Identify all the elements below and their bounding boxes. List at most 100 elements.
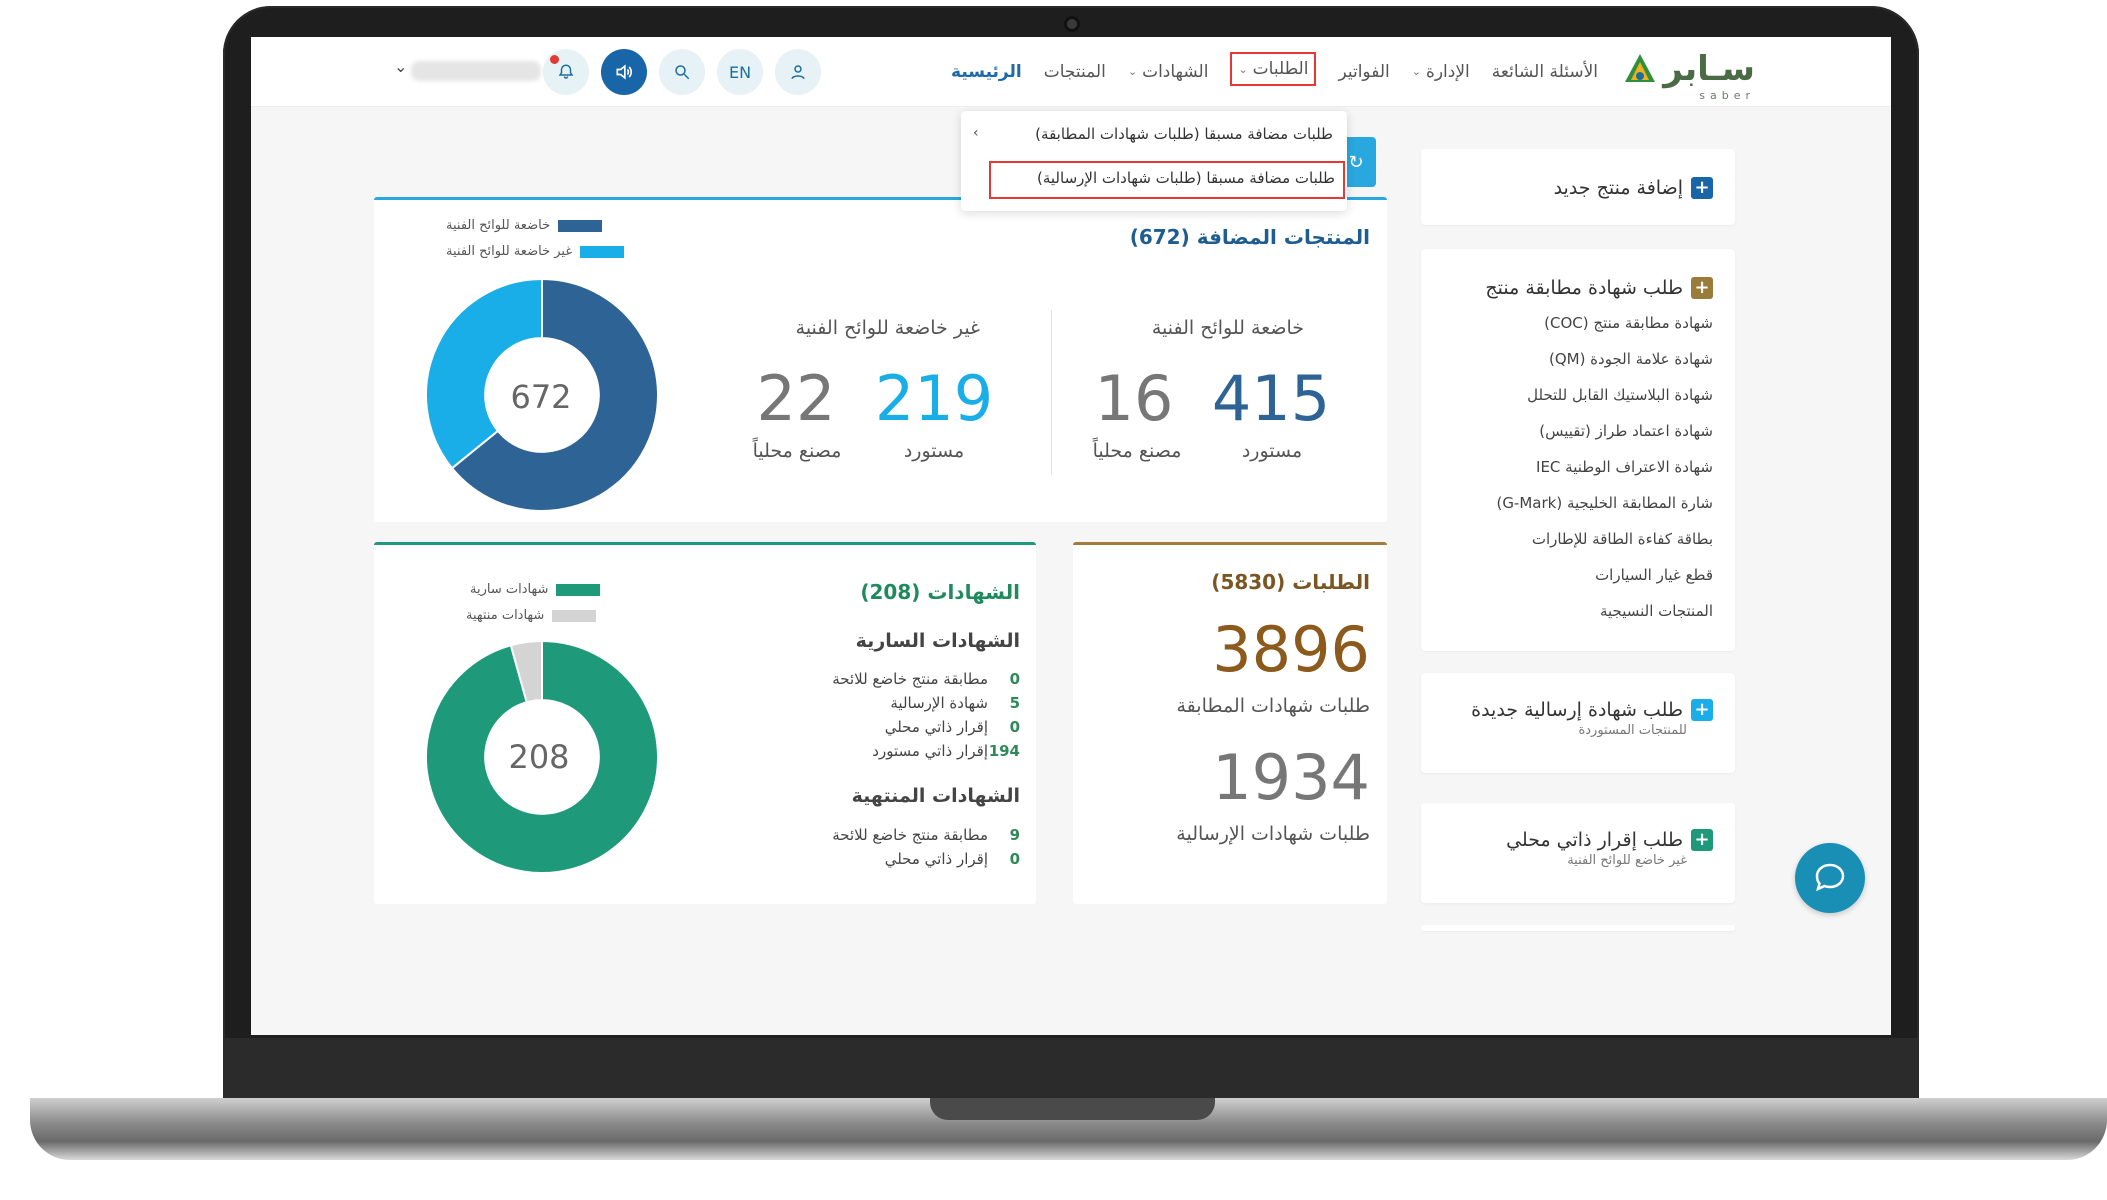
nav-faq[interactable]: الأسئلة الشائعة bbox=[1492, 57, 1598, 86]
coc-type-item[interactable]: شارة المطابقة الخليجية (G-Mark) bbox=[1496, 485, 1713, 521]
requests-dropdown-menu: طلبات مضافة مسبقا (طلبات شهادات المطابقة… bbox=[961, 111, 1347, 211]
coc-type-item[interactable]: بطاقة كفاءة الطاقة للإطارات bbox=[1496, 521, 1713, 557]
cert-count: 0 bbox=[1009, 718, 1020, 736]
cert-count: 0 bbox=[1009, 670, 1020, 688]
coc-requests-count: 3896 bbox=[1212, 613, 1370, 686]
notification-dot bbox=[550, 55, 559, 64]
cert-row: 0 إقرار ذاتي محلي bbox=[885, 850, 1020, 868]
saber-logo[interactable]: سـابر saber bbox=[1623, 49, 1755, 102]
coc-type-item[interactable]: شهادة البلاستيك القابل للتحلل bbox=[1496, 377, 1713, 413]
legend-swatch bbox=[558, 219, 603, 232]
active-certs-heading: الشهادات السارية bbox=[855, 630, 1020, 652]
nav-invoices-label: الفواتير bbox=[1338, 61, 1390, 82]
added-products-card: المنتجات المضافة (672) خاضعة للوائح الفن… bbox=[374, 197, 1387, 522]
coc-requests-label: طلبات شهادات المطابقة bbox=[1176, 695, 1370, 717]
logo-mark-icon bbox=[1625, 54, 1656, 82]
chat-bubble-icon bbox=[1815, 863, 1845, 892]
accessibility-audio-button[interactable] bbox=[601, 49, 647, 95]
cert-count: 5 bbox=[1009, 694, 1020, 712]
nav-certificates[interactable]: الشهادات ⌄ bbox=[1128, 57, 1209, 86]
donut-slice-2[interactable] bbox=[425, 277, 543, 470]
partial-card bbox=[1421, 925, 1735, 931]
search-button[interactable] bbox=[659, 49, 705, 95]
nav-home[interactable]: الرئيسية bbox=[951, 57, 1022, 86]
nav-invoices[interactable]: الفواتير bbox=[1338, 57, 1389, 86]
shipment-request-subtitle: للمنتجات المستوردة bbox=[1578, 723, 1687, 738]
coc-request-link[interactable]: + طلب شهادة مطابقة منتج bbox=[1485, 277, 1713, 299]
chat-button[interactable] bbox=[1795, 843, 1865, 913]
coc-request-card: + طلب شهادة مطابقة منتج شهادة مطابقة منت… bbox=[1421, 249, 1735, 651]
cert-count: 194 bbox=[988, 742, 1020, 760]
dropdown-shipment-requests[interactable]: طلبات مضافة مسبقا (طلبات شهادات الإرسالي… bbox=[989, 161, 1345, 199]
plus-icon: + bbox=[1691, 699, 1713, 721]
webcam bbox=[1064, 16, 1080, 32]
cert-row: 9 مطابقة منتج خاضع للائحة bbox=[832, 826, 1020, 844]
cert-count: 0 bbox=[1009, 850, 1020, 868]
legend-not-subject: غير خاضعة للوائح الفنية bbox=[446, 244, 625, 259]
legend-swatch bbox=[552, 609, 597, 622]
self-declaration-subtitle: غير خاضع للوائح الفنية bbox=[1567, 853, 1687, 868]
user-name-blurred[interactable] bbox=[411, 61, 541, 81]
cert-label: إقرار ذاتي مستورد bbox=[872, 742, 988, 760]
certificates-card-title: الشهادات (208) bbox=[860, 580, 1020, 604]
logo-text: سـابر bbox=[1663, 49, 1755, 89]
expired-certs-heading: الشهادات المنتهية bbox=[851, 785, 1020, 807]
coc-type-item[interactable]: المنتجات النسيجية bbox=[1496, 593, 1713, 629]
legend-not-subject-label: غير خاضعة للوائح الفنية bbox=[446, 244, 573, 259]
coc-type-item[interactable]: قطع غيار السيارات bbox=[1496, 557, 1713, 593]
profile-button[interactable] bbox=[775, 49, 821, 95]
main-nav: الرئيسية المنتجات الشهادات ⌄ الطلبات ⌄ الف… bbox=[951, 52, 1598, 86]
cert-label: إقرار ذاتي محلي bbox=[884, 718, 988, 736]
nav-requests[interactable]: الطلبات ⌄ bbox=[1230, 52, 1317, 86]
coc-types-list: شهادة مطابقة منتج (COC) شهادة علامة الجو… bbox=[1496, 305, 1735, 629]
not-subject-imported-count: 219 bbox=[874, 362, 994, 435]
logo-subtitle: saber bbox=[1699, 89, 1755, 102]
coc-type-item[interactable]: شهادة علامة الجودة (QM) bbox=[1496, 341, 1713, 377]
laptop-chin bbox=[223, 1038, 1919, 1100]
products-card-title: المنتجات المضافة (672) bbox=[1129, 225, 1370, 249]
cert-row: 5 شهادة الإرسالية bbox=[890, 694, 1020, 712]
products-donut-total: 672 bbox=[510, 378, 572, 416]
nav-certificates-label: الشهادات bbox=[1142, 61, 1209, 82]
header-actions: EN bbox=[543, 49, 821, 95]
not-subject-header: غير خاضعة للوائح الفنية bbox=[795, 317, 980, 339]
coc-type-item[interactable]: شهادة مطابقة منتج (COC) bbox=[1496, 305, 1713, 341]
cert-row: 0 مطابقة منتج خاضع للائحة bbox=[832, 670, 1020, 688]
self-declaration-card[interactable]: + طلب إقرار ذاتي محلي غير خاضع للوائح ال… bbox=[1421, 803, 1735, 903]
refresh-icon: ↻ bbox=[1348, 151, 1364, 173]
speaker-icon bbox=[616, 64, 633, 80]
laptop-frame: سـابر saber الرئيسية المنتجات الشهادات ⌄ … bbox=[0, 0, 2107, 1200]
divider bbox=[1051, 310, 1052, 475]
legend-swatch bbox=[580, 245, 625, 258]
cert-row: 194 إقرار ذاتي مستورد bbox=[872, 742, 1020, 760]
coc-type-item[interactable]: شهادة اعتماد طراز (تقييس) bbox=[1496, 413, 1713, 449]
subject-header: خاضعة للوائح الفنية bbox=[1151, 317, 1304, 339]
add-product-card[interactable]: + إضافة منتج جديد bbox=[1421, 149, 1735, 225]
coc-request-label: طلب شهادة مطابقة منتج bbox=[1485, 277, 1683, 299]
chevron-down-icon: ⌄ bbox=[1127, 65, 1138, 78]
dropdown-coc-requests[interactable]: طلبات مضافة مسبقا (طلبات شهادات المطابقة… bbox=[1035, 125, 1333, 143]
shipment-requests-count: 1934 bbox=[1212, 741, 1370, 814]
plus-icon: + bbox=[1691, 829, 1713, 851]
nav-management-label: الإدارة bbox=[1425, 61, 1470, 82]
nav-management[interactable]: الإدارة ⌄ bbox=[1412, 57, 1470, 86]
coc-type-item[interactable]: شهادة الاعتراف الوطنية IEC bbox=[1496, 449, 1713, 485]
nav-products[interactable]: المنتجات bbox=[1044, 57, 1106, 86]
cert-label: مطابقة منتج خاضع للائحة bbox=[832, 826, 988, 844]
user-icon bbox=[791, 65, 805, 80]
legend-subject: خاضعة للوائح الفنية bbox=[446, 218, 603, 233]
notifications-button[interactable] bbox=[543, 49, 589, 95]
legend-subject-label: خاضعة للوائح الفنية bbox=[446, 218, 551, 233]
bell-icon bbox=[558, 64, 574, 79]
local-label: مصنع محلياً bbox=[1092, 440, 1182, 462]
requests-card: الطلبات (5830) 3896 طلبات شهادات المطابق… bbox=[1073, 542, 1387, 904]
subject-local-count: 16 bbox=[1094, 362, 1174, 435]
shipment-request-card[interactable]: + طلب شهادة إرسالية جديدة للمنتجات المست… bbox=[1421, 673, 1735, 773]
legend-expired: شهادات منتهية bbox=[466, 608, 597, 623]
language-button[interactable]: EN bbox=[717, 49, 763, 95]
chevron-down-icon[interactable]: ⌄ bbox=[394, 57, 407, 76]
imported-label: مستورد bbox=[903, 440, 965, 462]
laptop-notch bbox=[930, 1098, 1215, 1120]
local-label: مصنع محلياً bbox=[752, 440, 842, 462]
plus-icon: + bbox=[1691, 277, 1713, 299]
